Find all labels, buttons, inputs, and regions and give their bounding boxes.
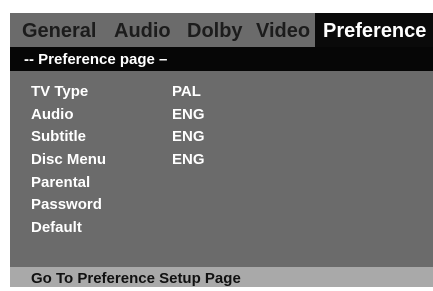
setting-row-audio[interactable]: Audio ENG <box>10 106 433 129</box>
setting-label: Password <box>31 196 102 214</box>
setting-label: Subtitle <box>31 128 86 146</box>
tab-preference[interactable]: Preference <box>315 13 433 47</box>
setting-value: ENG <box>172 128 205 146</box>
setting-row-password[interactable]: Password <box>10 196 433 219</box>
setting-row-parental[interactable]: Parental <box>10 174 433 197</box>
setting-label: Default <box>31 219 82 237</box>
settings-list: TV Type PAL Audio ENG Subtitle ENG Disc … <box>10 83 433 242</box>
tab-dolby[interactable]: Dolby <box>187 13 243 47</box>
setting-label: Audio <box>31 105 74 123</box>
tab-bar: General Audio Dolby Video Preference <box>10 13 433 47</box>
setting-label: TV Type <box>31 83 89 100</box>
setting-label: Disc Menu <box>31 151 107 169</box>
tab-general[interactable]: General <box>22 13 96 47</box>
setting-row-default[interactable]: Default <box>10 219 433 242</box>
setting-value: ENG <box>172 105 205 123</box>
tab-video[interactable]: Video <box>256 13 310 47</box>
tab-audio[interactable]: Audio <box>114 13 171 47</box>
setting-row-subtitle[interactable]: Subtitle ENG <box>10 128 433 151</box>
setting-value: PAL <box>172 83 201 100</box>
page-title: -- Preference page – <box>10 47 433 71</box>
status-bar: Go To Preference Setup Page <box>10 267 433 287</box>
setting-label: Parental <box>31 173 91 191</box>
setting-row-disc-menu[interactable]: Disc Menu ENG <box>10 151 433 174</box>
setting-row-tv-type[interactable]: TV Type PAL <box>10 83 433 106</box>
setup-menu-screen: General Audio Dolby Video Preference -- … <box>10 13 433 287</box>
setting-value: ENG <box>172 151 205 169</box>
